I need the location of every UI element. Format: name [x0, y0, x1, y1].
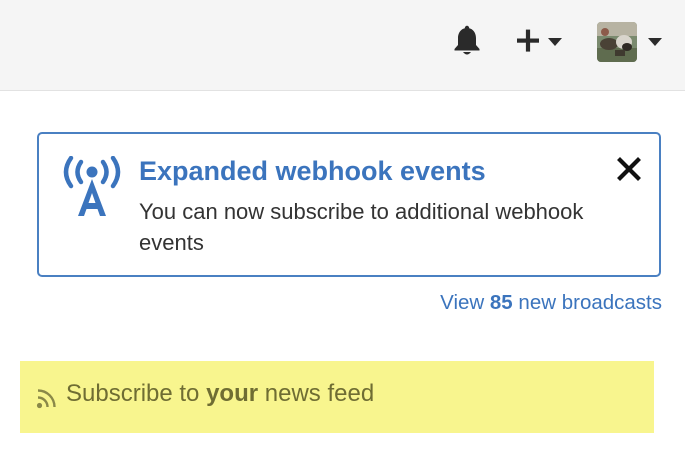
broadcast-tower-icon: [63, 156, 121, 216]
broadcast-announcement-card: Expanded webhook events You can now subs…: [37, 132, 661, 277]
top-header-bar: [0, 0, 685, 91]
create-new-dropdown[interactable]: [512, 24, 568, 58]
broadcast-body-text: You can now subscribe to additional webh…: [139, 199, 584, 255]
plus-icon: [517, 29, 539, 52]
broadcast-count: 85: [489, 291, 513, 314]
close-icon[interactable]: [616, 156, 642, 182]
view-link-suffix: new broadcasts: [512, 291, 662, 314]
broadcast-title-link[interactable]: Expanded webhook events: [139, 156, 486, 187]
view-new-broadcasts-link[interactable]: View 85 new broadcasts: [440, 291, 662, 315]
view-link-prefix: View: [440, 291, 490, 314]
subscribe-news-feed-banner[interactable]: Subscribe to your news feed: [20, 361, 654, 433]
subscribe-prefix: Subscribe to: [66, 380, 207, 407]
chevron-down-icon: [648, 38, 662, 46]
subscribe-news-feed-text: Subscribe to your news feed: [66, 380, 374, 408]
subscribe-suffix: news feed: [258, 380, 375, 407]
user-menu-dropdown[interactable]: [594, 20, 666, 64]
notifications-bell-icon[interactable]: [450, 24, 484, 58]
rss-icon: [36, 389, 56, 409]
subscribe-emphasis: your: [206, 380, 259, 407]
chevron-down-icon: [548, 38, 562, 46]
avatar[interactable]: [597, 22, 637, 62]
